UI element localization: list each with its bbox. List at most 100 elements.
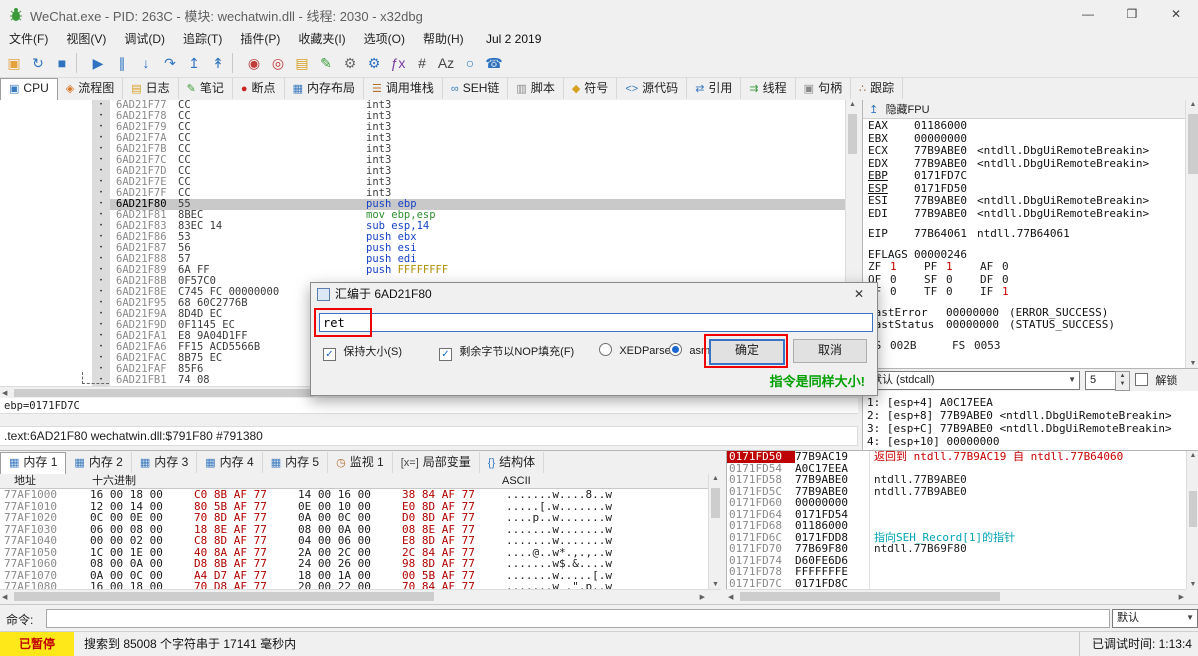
flag-value[interactable]: 0 [890,273,897,286]
stack-view[interactable]: 0171FD5077B9AC19返回到 ntdll.77B9AC19 自 ntd… [726,451,1187,589]
stack-row[interactable]: 0171FD6000000000 [727,497,1187,509]
dialog-close-icon[interactable]: ✕ [845,285,873,303]
flag-value[interactable]: 1 [946,260,953,273]
script-fx-button[interactable]: ƒx [386,51,410,75]
fill-nop-checkbox[interactable]: ✓ 剩余字节以NOP填充(F) [439,343,574,361]
tab-跟踪[interactable]: ∴跟踪 [851,78,903,99]
tab-内存 2[interactable]: ▦内存 2 [66,452,131,473]
dump-row[interactable]: 77AF104000 00 02 00C8 8D AF 7704 00 06 0… [0,535,708,547]
preferences-button[interactable]: ⚙ [362,51,386,75]
stack-row[interactable]: 0171FD5077B9AC19返回到 ntdll.77B9AC19 自 ntd… [727,451,1187,463]
settings-button[interactable]: ⚙ [338,51,362,75]
xedparse-radio[interactable]: XEDParse [599,343,671,357]
trace-over-button[interactable]: ◎ [266,51,290,75]
registers-scrollbar[interactable]: ▲ ▼ [1185,100,1198,368]
register-value[interactable]: 00000000 [914,132,967,145]
register-value[interactable]: 0171FD50 [914,182,967,195]
menu-item[interactable]: 文件(F) [0,28,57,50]
dialog-title-bar[interactable]: 汇编于 6AD21F80 ✕ [311,283,877,305]
register-value[interactable]: 77B9ABE0 [914,144,967,157]
tab-笔记[interactable]: ✎笔记 [179,78,233,99]
segment-value[interactable]: 002B [890,339,917,352]
stack-row[interactable]: 0171FD7C0171FD8C [727,578,1187,590]
argument-row[interactable]: 3: [esp+C] 77B9ABE0 <ntdll.DbgUiRemoteBr… [863,422,1198,435]
stack-row[interactable]: 0171FD5877B9ABE0ntdll.77B9ABE0 [727,474,1187,486]
flag-value[interactable]: 1 [890,260,897,273]
step-into-button[interactable]: ↓ [134,51,158,75]
strings-button[interactable]: Az [434,51,458,75]
memory-dump[interactable]: 77AF100016 00 18 00C0 8B AF 7714 00 16 0… [0,489,708,589]
keep-size-checkbox[interactable]: ✓ 保持大小(S) [323,343,402,361]
flag-value[interactable]: 0 [1002,260,1009,273]
step-over-button[interactable]: ↷ [158,51,182,75]
menu-item[interactable]: 追踪(T) [174,28,231,50]
stack-row[interactable]: 0171FD78FFFFFFFE [727,566,1187,578]
flag-value[interactable]: 0 [890,285,897,298]
assemble-instruction-input[interactable] [319,313,873,332]
tab-内存 5[interactable]: ▦内存 5 [263,452,328,473]
dump-row[interactable]: 77AF106008 00 0A 00D8 8B AF 7724 00 26 0… [0,558,708,570]
tab-CPU[interactable]: ▣CPU [0,78,58,101]
search-button[interactable]: ○ [458,51,482,75]
flag-value[interactable]: 0 [946,273,953,286]
tab-句柄[interactable]: ▣句柄 [796,78,851,99]
stack-row[interactable]: 0171FD7077B69F80ntdll.77B69F80 [727,543,1187,555]
menu-item[interactable]: 帮助(H) [414,28,473,50]
menu-item[interactable]: 收藏夹(I) [289,28,354,50]
tab-源代码[interactable]: <>源代码 [617,78,687,99]
dump-vertical-scrollbar[interactable]: ▲ ▼ [708,474,722,589]
trace-into-button[interactable]: ◉ [242,51,266,75]
tab-内存 1[interactable]: ▦内存 1 [0,452,66,475]
step-out-button[interactable]: ↟ [206,51,230,75]
argument-count-spinner[interactable]: 5 ▲▼ [1085,371,1117,390]
restart-button[interactable]: ↻ [26,51,50,75]
argument-row[interactable]: 1: [esp+4] A0C17EEA [863,396,1198,409]
argument-row[interactable]: 4: [esp+10] 00000000 [863,435,1198,448]
command-profile-dropdown[interactable]: 默认 ▼ [1112,609,1198,628]
register-value[interactable]: 00000000 [946,306,999,319]
register-value[interactable]: 01186000 [914,119,967,132]
dump-horizontal-scrollbar[interactable]: ◀ ▶ [0,589,721,603]
menu-item[interactable]: 插件(P) [231,28,289,50]
tab-内存 4[interactable]: ▦内存 4 [197,452,262,473]
hide-fpu-button[interactable]: 隐藏FPU [886,104,930,116]
open-file-button[interactable]: ▣ [2,51,26,75]
maximize-button[interactable]: ❒ [1110,0,1154,28]
register-value[interactable]: 00000246 [914,248,967,261]
cancel-button[interactable]: 取消 [793,339,867,363]
menu-item[interactable]: 选项(O) [355,28,414,50]
stop-button[interactable]: ■ [50,51,74,75]
tab-内存 3[interactable]: ▦内存 3 [132,452,197,473]
tab-符号[interactable]: ◆符号 [564,78,617,99]
phone-button[interactable]: ☎ [482,51,506,75]
tab-调用堆栈[interactable]: ☰调用堆栈 [364,78,443,99]
tab-线程[interactable]: ⇉线程 [741,78,795,99]
command-input[interactable] [46,609,1110,628]
tab-脚本[interactable]: ▥脚本 [508,78,563,99]
dump-row[interactable]: 77AF100016 00 18 00C0 8B AF 7714 00 16 0… [0,489,708,501]
log-button[interactable]: ▤ [290,51,314,75]
register-value[interactable]: 77B9ABE0 [914,194,967,207]
tab-内存布局[interactable]: ▦内存布局 [285,78,364,99]
patches-button[interactable]: ✎ [314,51,338,75]
close-button[interactable]: ✕ [1154,0,1198,28]
dump-row[interactable]: 77AF10200C 00 0E 0070 8D AF 770A 00 0C 0… [0,512,708,524]
tab-引用[interactable]: ⇄引用 [687,78,741,99]
tab-SEH链[interactable]: ∞SEH链 [443,78,509,99]
tab-断点[interactable]: ●断点 [233,78,285,99]
register-value[interactable]: 77B9ABE0 [914,207,967,220]
flag-value[interactable]: 1 [1002,285,1009,298]
minimize-button[interactable]: — [1066,0,1110,28]
tab-流程图[interactable]: ◈流程图 [58,78,123,99]
tab-监视 1[interactable]: ◷监视 1 [328,452,393,473]
stack-vertical-scrollbar[interactable]: ▲ ▼ [1186,451,1198,589]
menu-item[interactable]: 调试(D) [115,28,174,50]
register-value[interactable]: 00000000 [946,318,999,331]
tab-结构体[interactable]: {}结构体 [480,452,544,473]
calculator-button[interactable]: # [410,51,434,75]
unlock-checkbox[interactable]: 解锁 [1135,372,1177,388]
flag-value[interactable]: 0 [946,285,953,298]
spinner-arrows-icon[interactable]: ▲▼ [1115,371,1130,391]
pause-button[interactable]: ∥ [110,51,134,75]
calling-convention-dropdown[interactable]: 默认 (stdcall) ▼ [866,371,1080,390]
